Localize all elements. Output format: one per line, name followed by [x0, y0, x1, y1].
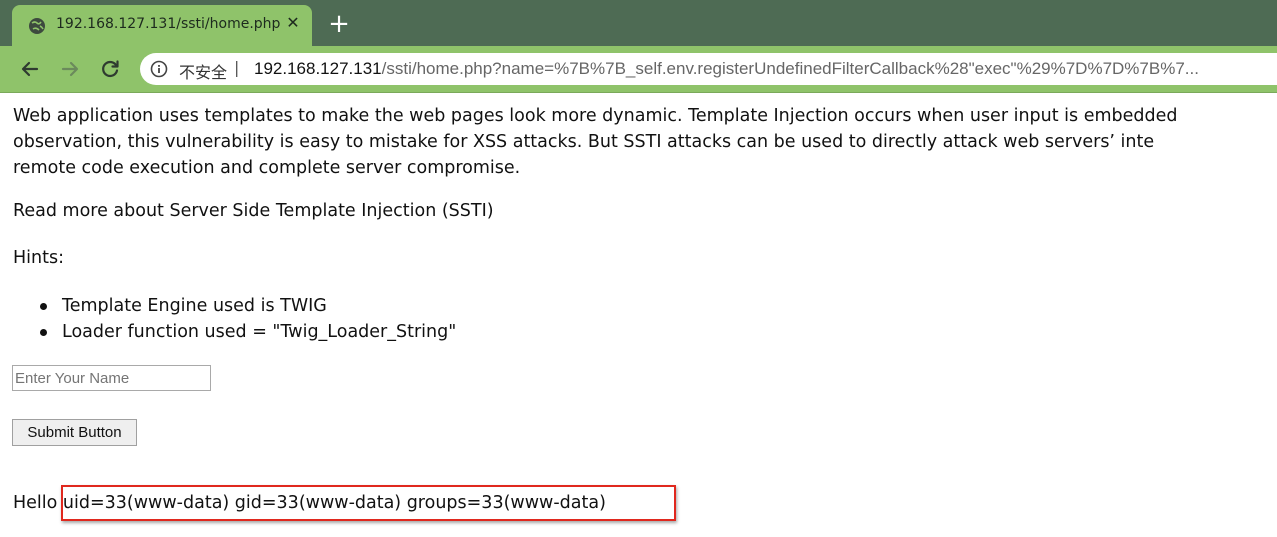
tab-strip: 192.168.127.131/ssti/home.php ✕ +: [0, 0, 1277, 46]
read-more-text: Read more about Server Side Template Inj…: [13, 201, 494, 221]
address-bar[interactable]: 不安全 | 192.168.127.131/ssti/home.php?name…: [140, 53, 1277, 85]
url-separator: |: [234, 58, 240, 77]
forward-arrow-icon[interactable]: [56, 55, 84, 83]
new-tab-button[interactable]: +: [326, 11, 352, 38]
intro-line: remote code execution and complete serve…: [13, 158, 521, 178]
info-icon[interactable]: [150, 60, 168, 78]
tab-title: 192.168.127.131/ssti/home.php: [56, 16, 281, 32]
globe-icon: [28, 17, 46, 35]
intro-line: Web application uses templates to make t…: [13, 106, 1178, 126]
hint-list: Template Engine used is TWIG Loader func…: [13, 293, 456, 345]
url-text[interactable]: 192.168.127.131/ssti/home.php?name=%7B%7…: [254, 59, 1274, 79]
hello-prefix: Hello: [13, 493, 58, 513]
browser-toolbar: 不安全 | 192.168.127.131/ssti/home.php?name…: [0, 46, 1277, 93]
reload-icon[interactable]: [96, 55, 124, 83]
url-host: 192.168.127.131: [254, 59, 382, 78]
hints-label: Hints:: [13, 248, 64, 268]
intro-paragraph: Web application uses templates to make t…: [13, 103, 1277, 181]
browser-tab[interactable]: 192.168.127.131/ssti/home.php ✕: [12, 5, 312, 46]
close-icon[interactable]: ✕: [284, 14, 302, 32]
name-input[interactable]: [12, 365, 211, 391]
intro-line: observation, this vulnerability is easy …: [13, 132, 1155, 152]
security-label[interactable]: 不安全: [179, 59, 227, 83]
submit-button[interactable]: Submit Button: [12, 419, 137, 446]
back-arrow-icon[interactable]: [16, 55, 44, 83]
list-item: Template Engine used is TWIG: [13, 293, 456, 319]
page-content: Web application uses templates to make t…: [0, 93, 1277, 537]
list-item: Loader function used = "Twig_Loader_Stri…: [13, 319, 456, 345]
highlight-box: [61, 485, 676, 521]
url-path: /ssti/home.php?name=%7B%7B_self.env.regi…: [381, 59, 1199, 78]
